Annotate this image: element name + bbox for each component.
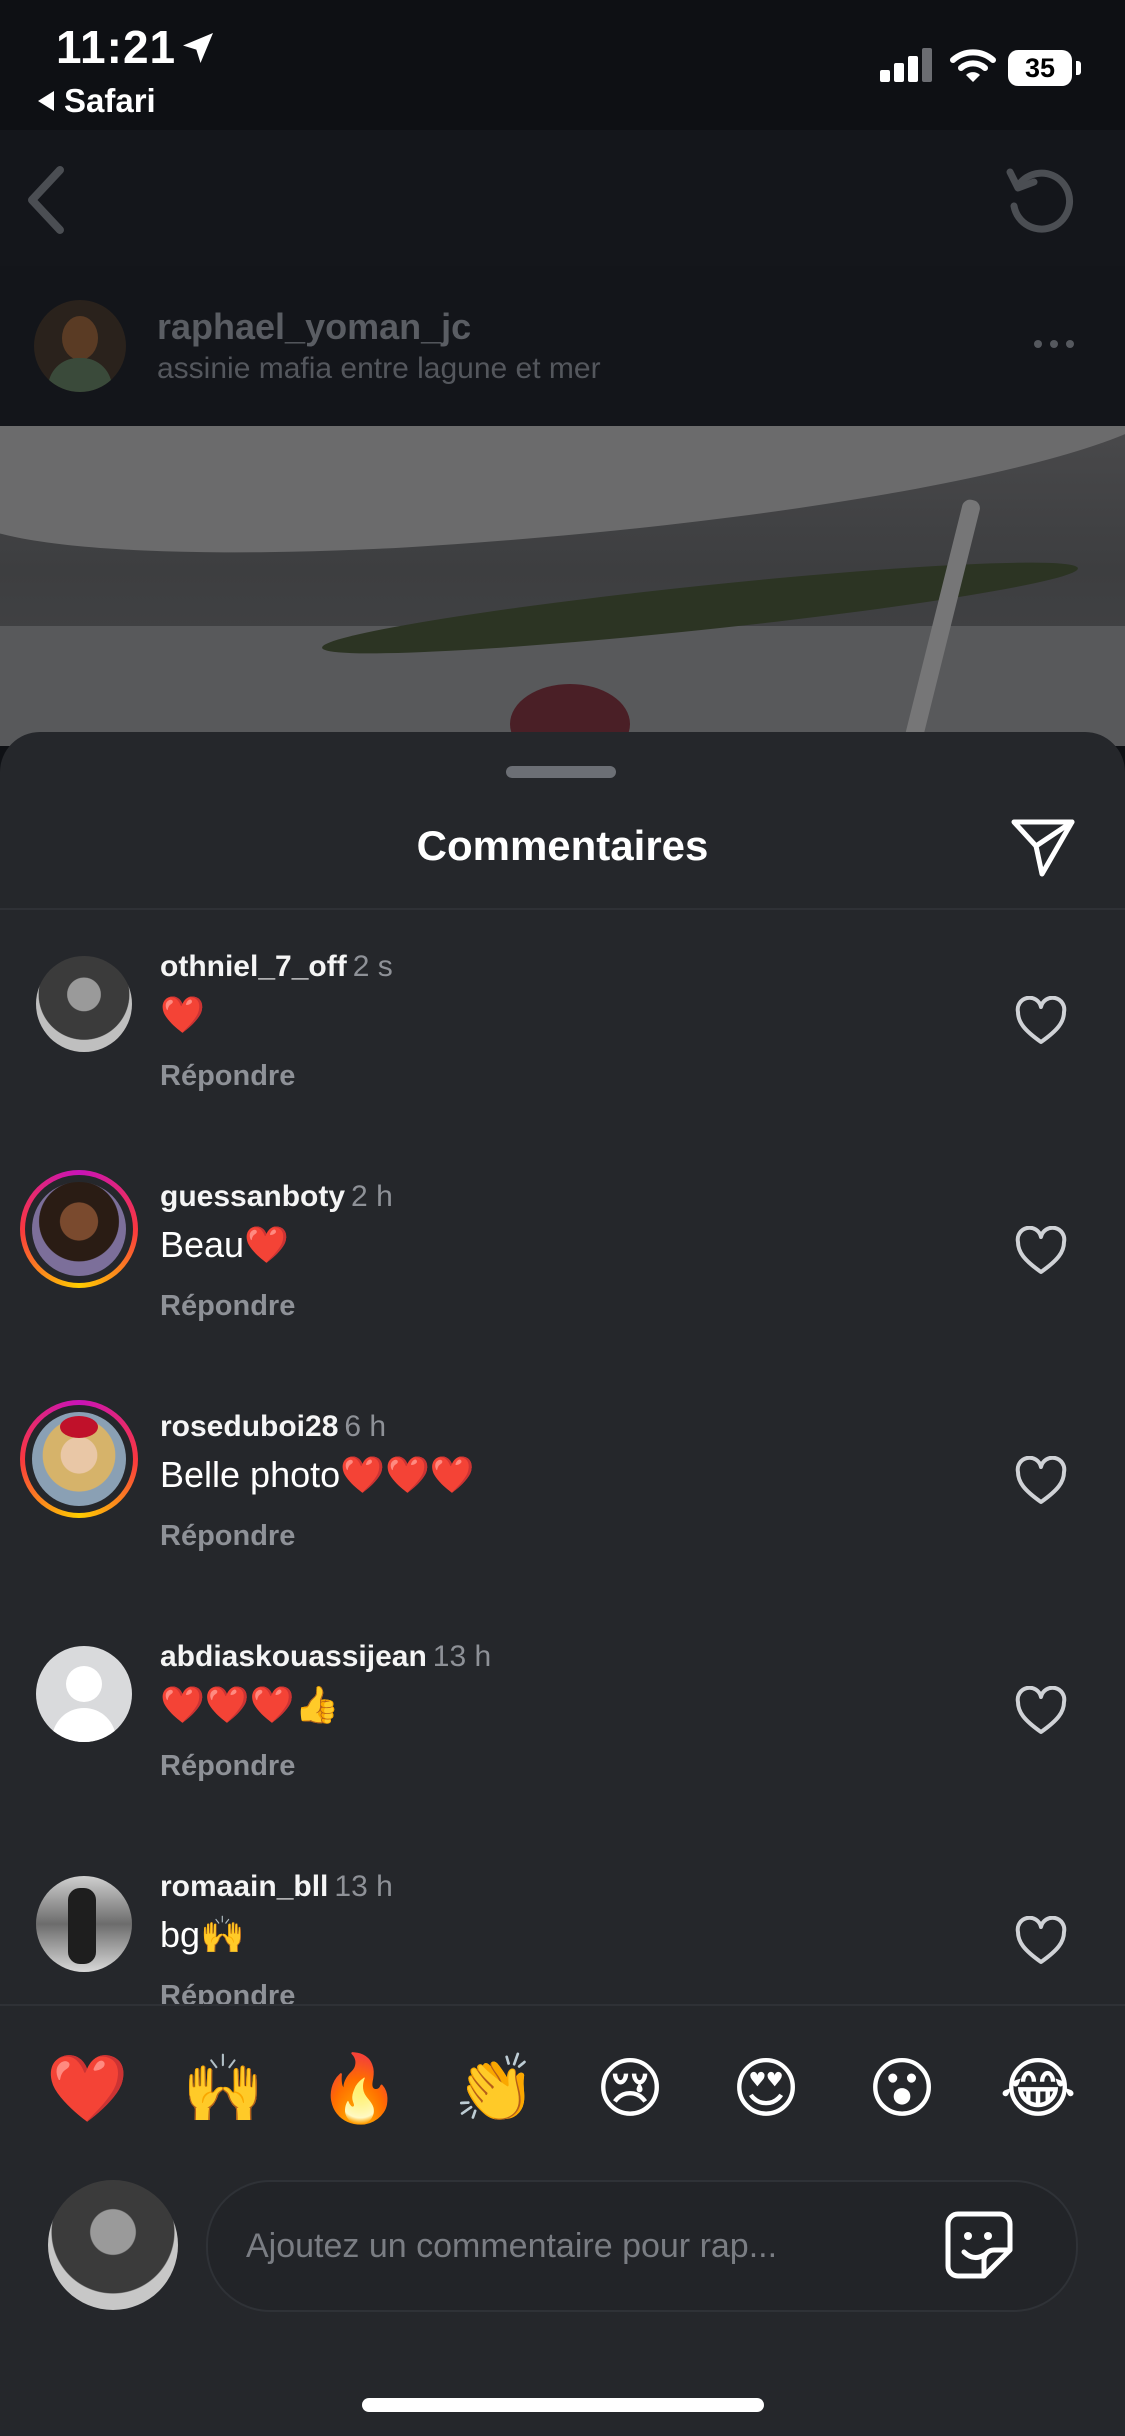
story-ring[interactable] (20, 1170, 138, 1288)
comment-input[interactable] (244, 2212, 928, 2280)
refresh-icon[interactable] (1000, 158, 1080, 238)
reply-button[interactable]: Répondre (160, 1060, 295, 1093)
comment-username[interactable]: othniel_7_off (160, 950, 347, 983)
cellular-signal-icon (880, 48, 932, 82)
reply-button[interactable]: Répondre (160, 1290, 295, 1323)
comment-avatar[interactable] (32, 1412, 126, 1506)
story-ring[interactable] (20, 1400, 138, 1518)
post-nav-bar (0, 130, 1125, 266)
comment-item: guessanboty 2 h Beau❤️ Répondre (0, 1140, 1125, 1370)
reply-button[interactable]: Répondre (160, 1980, 295, 2004)
reply-button[interactable]: Répondre (160, 1520, 295, 1553)
emoji-surprised-button[interactable]: 😮 (862, 2052, 942, 2124)
sticker-icon[interactable] (944, 2210, 1014, 2280)
comment-username[interactable]: guessanboty (160, 1180, 345, 1213)
poster-avatar[interactable] (34, 300, 126, 392)
comment-item: romaain_bll 13 h bg🙌 Répondre (0, 1830, 1125, 2004)
comment-time: 13 h (432, 1640, 492, 1673)
emoji-cry-button[interactable]: 😢 (590, 2052, 670, 2124)
post-location[interactable]: assinie mafia entre lagune et mer (157, 352, 601, 386)
comment-username[interactable]: roseduboi28 (160, 1410, 338, 1443)
battery-indicator: 35 (1008, 50, 1072, 86)
emoji-quick-bar (0, 2004, 1125, 2176)
like-heart-icon[interactable] (1014, 1456, 1068, 1506)
comment-username-line: roseduboi28 6 h (160, 1410, 386, 1444)
emoji-heart-button[interactable]: ❤️ (46, 2052, 128, 2124)
emoji-heart-eyes-button[interactable]: 😍 (726, 2052, 806, 2124)
like-heart-icon[interactable] (1014, 1226, 1068, 1276)
back-to-app-link[interactable]: Safari (38, 82, 156, 120)
comment-time: 13 h (334, 1870, 393, 1903)
home-indicator[interactable] (362, 2398, 764, 2412)
comment-time: 2 h (351, 1180, 393, 1213)
like-heart-icon[interactable] (1014, 996, 1068, 1046)
location-arrow-icon (183, 33, 213, 63)
post-photo (0, 426, 1125, 746)
back-triangle-icon (38, 91, 54, 111)
comment-username-line: guessanboty 2 h (160, 1180, 393, 1214)
comment-username[interactable]: romaain_bll (160, 1870, 328, 1903)
comment-text: Belle photo❤️❤️❤️ (160, 1454, 475, 1495)
emoji-raised-hands-button[interactable]: 🙌 (182, 2052, 264, 2124)
more-options-icon[interactable] (1034, 340, 1074, 348)
comment-text: bg🙌 (160, 1914, 245, 1955)
sheet-grabber[interactable] (506, 766, 616, 778)
sheet-title: Commentaires (416, 822, 709, 869)
comment-username-line: othniel_7_off 2 s (160, 950, 393, 984)
comment-time: 2 s (352, 950, 393, 983)
battery-tip (1076, 61, 1081, 75)
comment-text: Beau❤️ (160, 1224, 289, 1265)
back-chevron-icon[interactable] (20, 160, 70, 240)
comment-text: ❤️ (160, 994, 205, 1035)
comment-text: ❤️❤️❤️👍 (160, 1684, 340, 1725)
like-heart-icon[interactable] (1014, 1686, 1068, 1736)
comment-avatar[interactable] (36, 1876, 132, 1972)
comment-avatar[interactable] (36, 956, 132, 1052)
comment-item: abdiaskouassijean 13 h ❤️❤️❤️👍 Répondre (0, 1600, 1125, 1830)
back-app-label: Safari (64, 82, 156, 119)
share-send-icon[interactable] (1008, 812, 1078, 882)
comment-username-line: abdiaskouassijean 13 h (160, 1640, 491, 1674)
status-time: 11:21 (56, 21, 177, 73)
comments-list[interactable]: othniel_7_off 2 s ❤️ Répondre guessanboty… (0, 910, 1125, 2004)
default-avatar-icon[interactable] (36, 1646, 132, 1742)
comment-avatar[interactable] (32, 1182, 126, 1276)
emoji-clap-button[interactable]: 👏 (454, 2052, 536, 2124)
reply-button[interactable]: Répondre (160, 1750, 295, 1783)
comment-time: 6 h (344, 1410, 387, 1443)
poster-username[interactable]: raphael_yoman_jc (157, 306, 471, 348)
current-user-avatar (48, 2180, 178, 2310)
wifi-icon (950, 49, 996, 82)
comment-username-line: romaain_bll 13 h (160, 1870, 393, 1904)
emoji-fire-button[interactable]: 🔥 (318, 2052, 400, 2124)
comment-username[interactable]: abdiaskouassijean (160, 1640, 427, 1673)
comment-item: othniel_7_off 2 s ❤️ Répondre (0, 910, 1125, 1140)
comment-item: roseduboi28 6 h Belle photo❤️❤️❤️ Répondr… (0, 1370, 1125, 1600)
like-heart-icon[interactable] (1014, 1916, 1068, 1966)
emoji-laugh-button[interactable]: 😂 (998, 2052, 1078, 2124)
